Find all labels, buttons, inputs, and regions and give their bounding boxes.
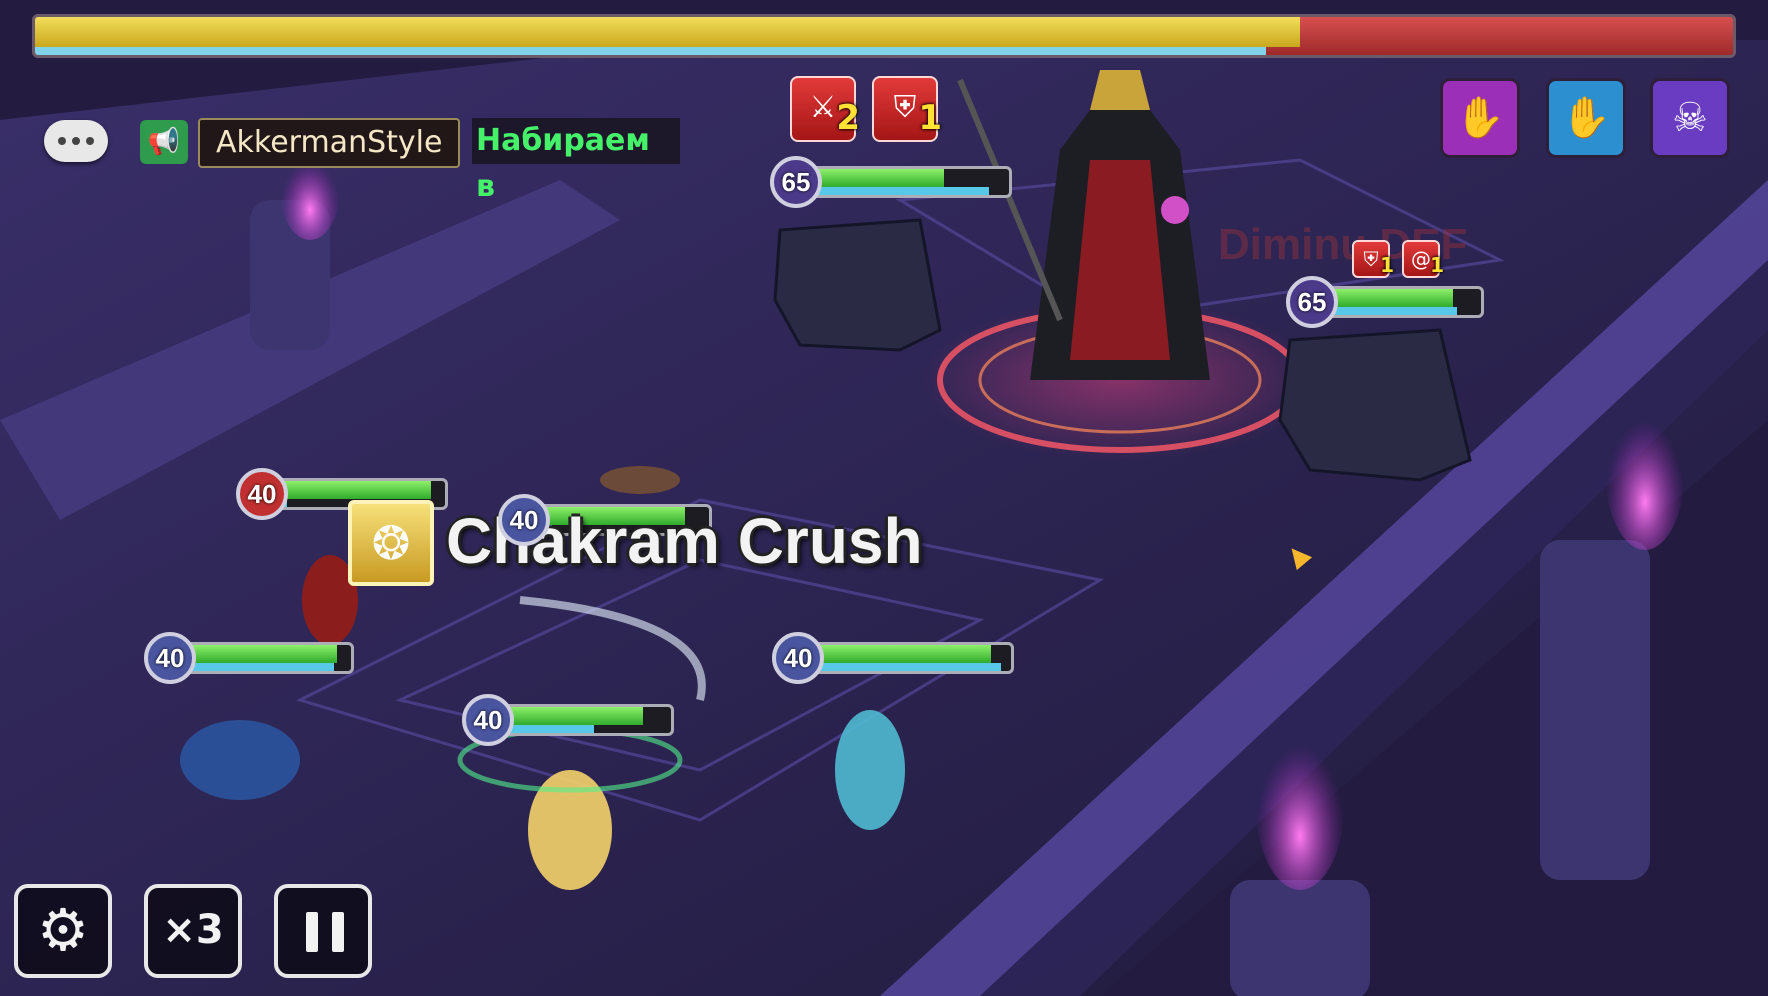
- pause-button[interactable]: [274, 884, 372, 978]
- atb-fill: [181, 663, 334, 671]
- level-badge: 40: [498, 494, 550, 546]
- debuff-turns: 2: [836, 98, 860, 138]
- hp-track: [496, 704, 674, 736]
- debuff-glyph: ⚔: [809, 90, 837, 125]
- blue-hand-skill-icon[interactable]: ✋: [1546, 78, 1626, 158]
- hp-fill: [499, 707, 644, 725]
- level-badge: 65: [770, 156, 822, 208]
- defense-break-icon: ⛨ 1: [1352, 240, 1394, 278]
- gear-icon: ⚙: [37, 896, 89, 964]
- atb-fill: [809, 663, 1001, 671]
- hp-fill: [181, 645, 338, 663]
- atb-fill: [1323, 307, 1458, 315]
- level-badge: 40: [236, 468, 288, 520]
- skull-skill-icon[interactable]: ☠: [1650, 78, 1730, 158]
- chat-username: AkkermanStyle: [198, 118, 461, 168]
- boss-atb-fill: [35, 47, 1267, 55]
- level-badge: 40: [144, 632, 196, 684]
- speed-button[interactable]: ×3: [144, 884, 242, 978]
- chakram-skill-icon: ❂: [348, 500, 434, 586]
- pause-icon: [306, 912, 318, 952]
- debuff-turns: 1: [1380, 253, 1394, 277]
- debuff-turns: 1: [1430, 253, 1444, 277]
- level-badge: 40: [462, 694, 514, 746]
- hp-track: [806, 642, 1014, 674]
- hp-track: [178, 642, 354, 674]
- hp-fill: [809, 645, 991, 663]
- debuff-turns: 1: [918, 98, 942, 138]
- pause-icon: [332, 912, 344, 952]
- level-badge: 40: [772, 632, 824, 684]
- hp-fill: [1323, 289, 1453, 307]
- hp-track: [1320, 286, 1484, 318]
- hp-fill: [273, 481, 432, 499]
- debuff-glyph: ⛨: [893, 90, 917, 125]
- level-badge: 65: [1286, 276, 1338, 328]
- brand-icon: @ 1: [1402, 240, 1444, 278]
- chat-bubble-icon[interactable]: [44, 120, 108, 162]
- debuff-glyph: ⛨: [1363, 247, 1379, 271]
- hp-track: [804, 166, 1012, 198]
- boss-hp-fill: [35, 17, 1300, 47]
- boss-hp-bar: [32, 14, 1736, 58]
- settings-button[interactable]: ⚙: [14, 884, 112, 978]
- skill-glyph: ✋: [1455, 95, 1505, 141]
- defense-break-icon: ⛨ 1: [872, 76, 942, 142]
- skill-glyph: ☠: [1672, 95, 1708, 141]
- atb-fill: [807, 187, 989, 195]
- debuff-glyph: @: [1411, 247, 1431, 271]
- attack-break-icon: ⚔ 2: [790, 76, 860, 142]
- hp-fill: [807, 169, 945, 187]
- megaphone-icon: 📢: [140, 120, 188, 164]
- chat-message: Набираем в: [472, 118, 680, 204]
- skill-glyph: ✋: [1561, 95, 1611, 141]
- chat-ticker[interactable]: 📢 AkkermanStyle Набираем в: [140, 118, 680, 204]
- hand-skill-icon[interactable]: ✋: [1440, 78, 1520, 158]
